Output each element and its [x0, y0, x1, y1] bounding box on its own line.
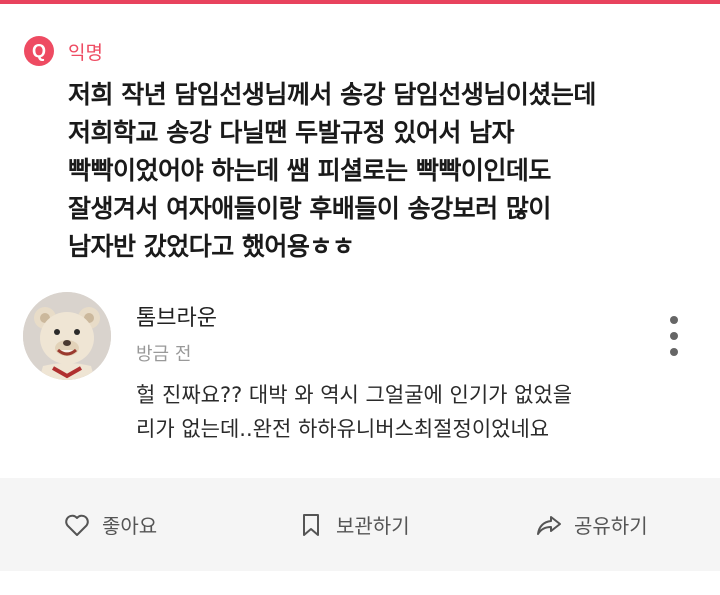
post-body-line: 빡빡이었어야 하는데 쌤 피셜로는 빡빡이인데도	[68, 156, 551, 185]
post-body-line: 저희 작년 담임선생님께서 송강 담임선생님이셨는데	[68, 80, 596, 109]
post-body-line: 저희학교 송강 다닐땐 두발규정 있어서 남자	[68, 118, 515, 147]
comment-text-line: 헐 진짜요?? 대박 와 역시 그얼굴에 인기가 없었을	[136, 383, 573, 407]
action-bar: 좋아요 보관하기 공유하기	[0, 478, 720, 571]
post-body-line: 남자반 갔었다고 했어용ㅎㅎ	[68, 232, 355, 261]
commenter-name[interactable]: 톰브라운	[136, 300, 217, 332]
more-dot	[670, 332, 678, 340]
more-dot	[670, 348, 678, 356]
heart-icon	[64, 512, 90, 538]
save-label: 보관하기	[336, 514, 410, 538]
post-author: 익명	[68, 41, 103, 64]
top-accent-line	[0, 0, 720, 4]
like-label: 좋아요	[102, 514, 158, 538]
commenter-avatar[interactable]	[23, 292, 111, 380]
like-button[interactable]: 좋아요	[64, 478, 157, 571]
comment-timestamp: 방금 전	[136, 344, 192, 365]
bookmark-icon	[298, 512, 324, 538]
teddy-bear-avatar-icon	[23, 292, 111, 380]
post-header: Q 익명	[24, 36, 103, 66]
comment-text-line: 리가 없는데..완전 하하유니버스최절정이었네요	[136, 417, 550, 441]
post-body-line: 잘생겨서 여자애들이랑 후배들이 송강보러 많이	[68, 194, 551, 223]
anonymous-badge-icon: Q	[24, 36, 54, 66]
comment-text: 헐 진짜요?? 대박 와 역시 그얼굴에 인기가 없었을 리가 없는데..완전 …	[136, 378, 696, 446]
share-button[interactable]: 공유하기	[536, 478, 648, 571]
more-dot	[670, 316, 678, 324]
share-label: 공유하기	[574, 514, 648, 538]
share-arrow-icon	[536, 512, 562, 538]
more-options-icon[interactable]	[664, 316, 684, 356]
save-button[interactable]: 보관하기	[298, 478, 410, 571]
post-body: 저희 작년 담임선생님께서 송강 담임선생님이셨는데 저희학교 송강 다닐땐 두…	[68, 76, 708, 266]
